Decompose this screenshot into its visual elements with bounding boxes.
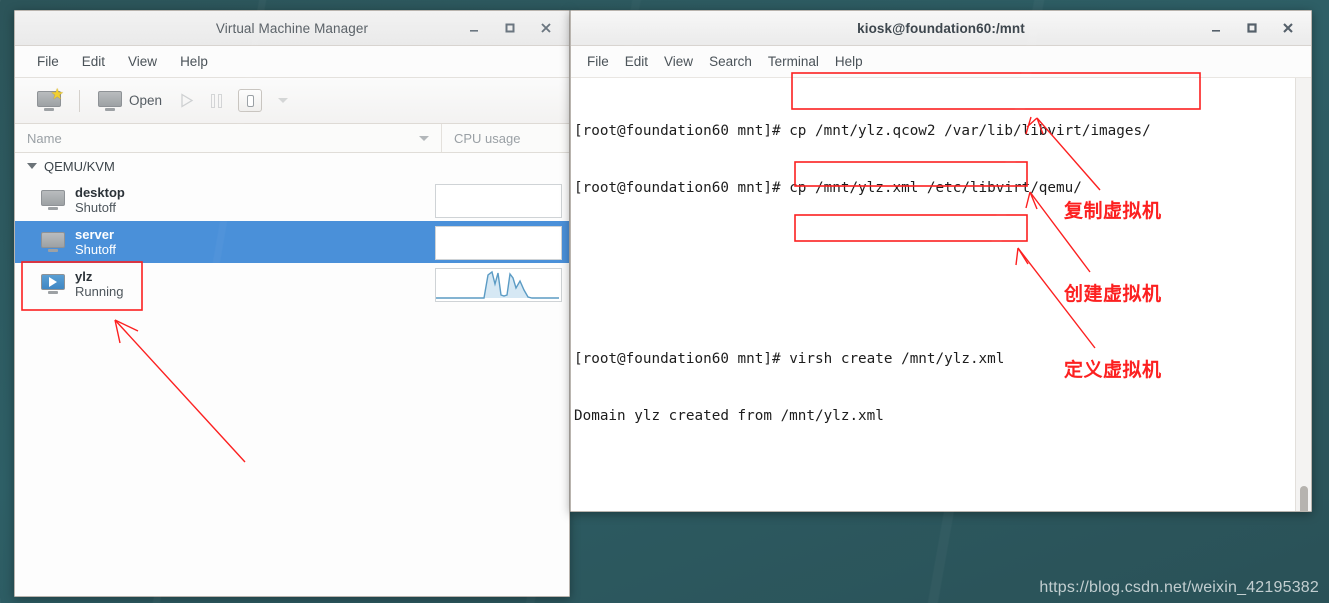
terminal-titlebar[interactable]: kiosk@foundation60:/mnt (571, 11, 1311, 46)
vm-icon (41, 232, 75, 252)
terminal-line: [root@foundation60 mnt]# cp /mnt/ylz.xml… (574, 179, 1311, 198)
close-icon[interactable] (1281, 21, 1295, 35)
new-vm-icon: ★ (37, 87, 64, 111)
monitor-icon (98, 90, 122, 111)
maximize-icon[interactable] (503, 21, 517, 35)
chevron-down-icon (278, 98, 289, 103)
terminal-line: [root@foundation60 mnt]# virsh create /m… (574, 350, 1311, 369)
toolbar-more-button[interactable] (270, 95, 296, 106)
watermark: https://blog.csdn.net/weixin_42195382 (1039, 579, 1319, 596)
vm-name: desktop (75, 184, 125, 200)
cpu-sparkline (435, 184, 562, 218)
vmm-menubar: File Edit View Help (15, 46, 569, 78)
menu-file[interactable]: File (37, 51, 71, 72)
column-name[interactable]: Name (15, 124, 442, 152)
vm-group-label: QEMU/KVM (44, 158, 115, 174)
minimize-icon[interactable] (1209, 21, 1223, 35)
menu-edit[interactable]: Edit (82, 51, 117, 72)
minimize-icon[interactable] (467, 21, 481, 35)
terminal-command: cp /mnt/ylz.qcow2 /var/lib/libvirt/image… (789, 123, 1151, 139)
terminal-scrollbar[interactable] (1295, 78, 1311, 511)
vm-list-item-ylz[interactable]: ylz Running (15, 263, 569, 305)
menu-edit[interactable]: Edit (625, 51, 654, 72)
annotation-label-copy-vm: 复制虚拟机 (1064, 200, 1162, 222)
terminal-window: kiosk@foundation60:/mnt File Edit View S… (570, 10, 1312, 512)
menu-view[interactable]: View (128, 51, 169, 72)
menu-view[interactable]: View (664, 51, 699, 72)
menu-search[interactable]: Search (709, 51, 758, 72)
terminal-line: [root@foundation60 mnt]# cp /mnt/ylz.qco… (574, 122, 1311, 141)
shutdown-icon (238, 89, 263, 112)
vm-state: Running (75, 284, 124, 299)
terminal-line: Domain ylz created from /mnt/ylz.xml (574, 407, 1311, 426)
vm-list-item-server[interactable]: server Shutoff (15, 221, 569, 263)
cpu-sparkline-active (435, 268, 562, 302)
new-vm-button[interactable]: ★ (29, 87, 69, 114)
terminal-command: cp /mnt/ylz.xml /etc/libvirt/qemu/ (789, 180, 1082, 196)
menu-help[interactable]: Help (835, 51, 869, 72)
vmm-titlebar[interactable]: Virtual Machine Manager (15, 11, 569, 46)
terminal-scrollbar-thumb[interactable] (1300, 486, 1308, 511)
terminal-command: virsh create /mnt/ylz.xml (789, 351, 1005, 367)
close-icon[interactable] (539, 21, 553, 35)
terminal-output[interactable]: [root@foundation60 mnt]# cp /mnt/ylz.qco… (571, 78, 1311, 511)
annotation-label-define-vm: 定义虚拟机 (1064, 359, 1162, 381)
toolbar-separator (79, 89, 80, 112)
shutdown-button[interactable] (230, 86, 270, 115)
vm-name: server (75, 226, 115, 242)
menu-terminal[interactable]: Terminal (768, 51, 825, 72)
terminal-title: kiosk@foundation60:/mnt (857, 20, 1025, 36)
vm-state: Shutoff (75, 242, 116, 257)
expand-triangle-icon (27, 163, 37, 169)
vm-state: Shutoff (75, 200, 116, 215)
vm-group-qemu-kvm[interactable]: QEMU/KVM (15, 153, 569, 179)
column-cpu-usage[interactable]: CPU usage (442, 124, 569, 152)
terminal-prompt: [root@foundation60 mnt]# (574, 351, 790, 367)
play-icon (181, 93, 194, 108)
vm-name: ylz (75, 268, 93, 284)
sort-chevron-down-icon (419, 136, 429, 141)
menu-file[interactable]: File (587, 51, 615, 72)
vm-list: QEMU/KVM desktop Shutoff server Shutoff … (15, 153, 569, 590)
vmm-toolbar: ★ Open (15, 78, 569, 124)
pause-icon (211, 93, 223, 108)
vm-icon-running (41, 274, 75, 294)
vm-icon (41, 190, 75, 210)
open-button-label: Open (129, 93, 163, 108)
desktop-background: Virtual Machine Manager File Edit View H… (0, 0, 1329, 603)
terminal-menubar: File Edit View Search Terminal Help (571, 46, 1311, 78)
cpu-sparkline (435, 226, 562, 260)
virtual-machine-manager-window: Virtual Machine Manager File Edit View H… (14, 10, 570, 597)
annotation-label-create-vm: 创建虚拟机 (1064, 283, 1162, 305)
terminal-output-text: Domain ylz created from /mnt/ylz.xml (574, 408, 884, 424)
menu-help[interactable]: Help (180, 51, 220, 72)
vm-list-item-desktop[interactable]: desktop Shutoff (15, 179, 569, 221)
terminal-prompt: [root@foundation60 mnt]# (574, 123, 790, 139)
cpu-usage-graph (436, 270, 559, 299)
column-name-label: Name (27, 130, 62, 146)
terminal-prompt: [root@foundation60 mnt]# (574, 180, 790, 196)
pause-button[interactable] (203, 91, 230, 111)
terminal-window-buttons (1209, 21, 1311, 35)
vmm-window-buttons (467, 21, 569, 35)
maximize-icon[interactable] (1245, 21, 1259, 35)
column-cpu-label: CPU usage (454, 130, 521, 146)
open-button[interactable]: Open (90, 88, 170, 114)
vm-list-column-header: Name CPU usage (15, 124, 569, 153)
run-button[interactable] (170, 89, 203, 112)
